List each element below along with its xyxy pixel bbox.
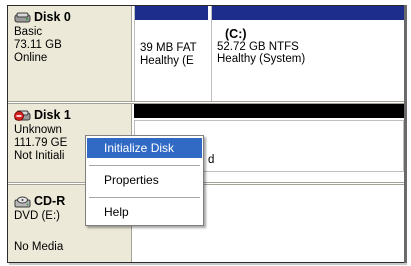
partition-letter: (C:) xyxy=(225,27,247,41)
disk-name: Disk 1 xyxy=(34,108,71,122)
partition-status: d xyxy=(208,154,215,166)
unallocated-bar xyxy=(134,104,404,118)
hdd-uninitialized-icon xyxy=(14,110,31,122)
cdrom-icon xyxy=(14,196,31,208)
disk-status: No Media xyxy=(14,241,64,253)
menu-item-properties[interactable]: Properties xyxy=(87,170,202,190)
menu-item-help[interactable]: Help xyxy=(87,202,202,222)
scrollbar-edge xyxy=(404,5,407,263)
menu-separator xyxy=(89,165,200,166)
disk-name: Disk 0 xyxy=(34,10,71,24)
disk-type: Basic xyxy=(14,26,43,38)
partition-efi[interactable]: 39 MB FAT Healthy (E xyxy=(134,6,208,101)
disk-row-cdrom[interactable]: CD-R DVD (E:) No Media xyxy=(8,185,404,262)
disk-size: 73.11 GB xyxy=(14,39,62,51)
disk-row-1[interactable]: Disk 1 Unknown 111.79 GE Not Initiali d xyxy=(8,104,404,182)
disk-name: CD-R xyxy=(34,194,66,208)
disk-title-1: Disk 1 xyxy=(14,109,131,122)
partition-bar xyxy=(212,6,404,20)
disk-label-0[interactable]: Disk 0 Basic 73.11 GB Online xyxy=(8,6,132,101)
partition-size: 52.72 GB NTFS xyxy=(217,40,299,53)
context-menu: Initialize Disk Properties Help xyxy=(85,135,204,226)
disk-status: Online xyxy=(14,52,48,64)
disk-title-0: Disk 0 xyxy=(14,11,131,24)
disk-row-0[interactable]: Disk 0 Basic 73.11 GB Online 39 MB FAT H… xyxy=(8,6,404,101)
partition-size: 39 MB FAT xyxy=(140,42,197,54)
menu-item-initialize-disk[interactable]: Initialize Disk xyxy=(87,138,202,158)
partition-text: (C:) 52.72 GB NTFS Healthy (System) xyxy=(217,28,305,66)
partition-status: Healthy (System) xyxy=(217,53,306,65)
partition-bar xyxy=(135,6,208,20)
disk-management-panel: Disk 0 Basic 73.11 GB Online 39 MB FAT H… xyxy=(7,5,405,263)
menu-separator xyxy=(89,197,200,198)
partition-c[interactable]: (C:) 52.72 GB NTFS Healthy (System) xyxy=(211,6,404,101)
partition-text: 39 MB FAT Healthy (E xyxy=(140,28,197,67)
partition-status: Healthy (E xyxy=(140,54,194,67)
hdd-icon xyxy=(14,12,31,24)
